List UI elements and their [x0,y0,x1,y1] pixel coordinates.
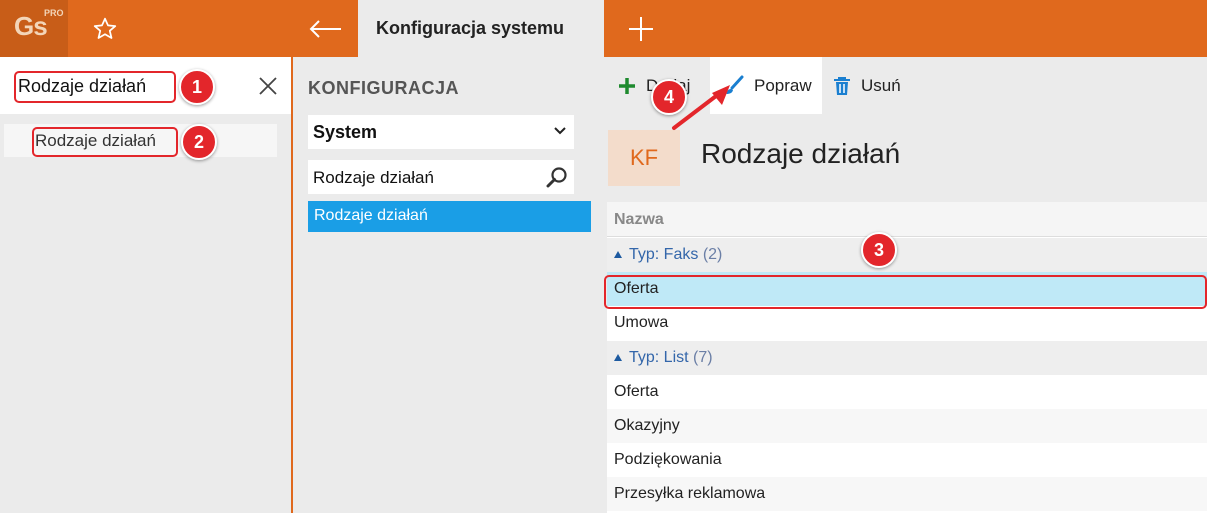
search-panel: Rodzaje działań Rodzaje działań [0,57,291,513]
plus-icon [629,16,653,41]
group-row[interactable]: Typ: Faks (2) [607,238,1207,272]
delete-label: Usuń [861,75,901,95]
logo-text: Gs [14,11,48,41]
table-row[interactable]: Oferta [607,375,1207,409]
back-button[interactable] [292,0,358,57]
tab-label: Konfiguracja systemu [376,18,565,38]
top-bar: Gs PRO Konfiguracja systemu [0,0,1207,57]
config-search-input[interactable]: Rodzaje działań [308,160,574,194]
step-marker: 1 [179,69,215,105]
table-row[interactable]: Umowa [607,306,1207,340]
config-search-value: Rodzaje działań [313,168,434,187]
config-nav-panel: KONFIGURACJA System Rodzaje działań Rodz… [293,57,593,513]
collapse-triangle-icon[interactable] [614,251,622,258]
callout-highlight [604,275,1207,309]
close-icon[interactable] [256,74,280,98]
chevron-down-icon [554,127,566,135]
group-label: Typ: List [629,349,689,366]
arrow-left-icon [309,19,341,38]
delete-button[interactable]: Usuń [833,57,901,114]
table-row[interactable]: Przesyłka reklamowa [607,477,1207,511]
edit-label: Popraw [754,75,812,95]
module-select[interactable]: System [308,115,574,149]
step-marker: 3 [861,232,897,268]
group-row[interactable]: Typ: List (7) [607,341,1207,375]
collapse-triangle-icon[interactable] [614,354,622,361]
callout-highlight [32,127,178,157]
group-count: (7) [693,349,713,366]
logo-superscript: PRO [44,8,64,18]
trash-icon [834,76,850,95]
tab-konfiguracja-systemu[interactable]: Konfiguracja systemu [358,0,604,57]
module-badge: KF [608,130,680,186]
page-title: Rodzaje działań [701,138,901,169]
pointer-arrow-icon [672,85,730,130]
data-grid: Nazwa Typ: Faks (2) Oferta Umowa Typ: Li… [607,202,1207,513]
module-select-value: System [313,122,378,142]
star-icon [93,17,117,39]
search-icon[interactable] [546,166,568,188]
app-logo[interactable]: Gs PRO [0,0,68,57]
step-marker: 2 [181,124,217,160]
group-count: (2) [702,246,723,263]
table-row[interactable]: Okazyjny [607,409,1207,443]
column-header-nazwa[interactable]: Nazwa [607,202,1207,237]
nav-item-rodzaje-dzialan[interactable]: Rodzaje działań [308,201,591,232]
callout-highlight [14,71,176,103]
plus-icon [619,77,635,94]
favorites-button[interactable] [68,0,142,57]
new-tab-button[interactable] [604,0,678,57]
group-label: Typ: Faks [629,246,699,263]
table-row[interactable]: Podziękowania [607,443,1207,477]
panel-title: KONFIGURACJA [308,78,460,98]
